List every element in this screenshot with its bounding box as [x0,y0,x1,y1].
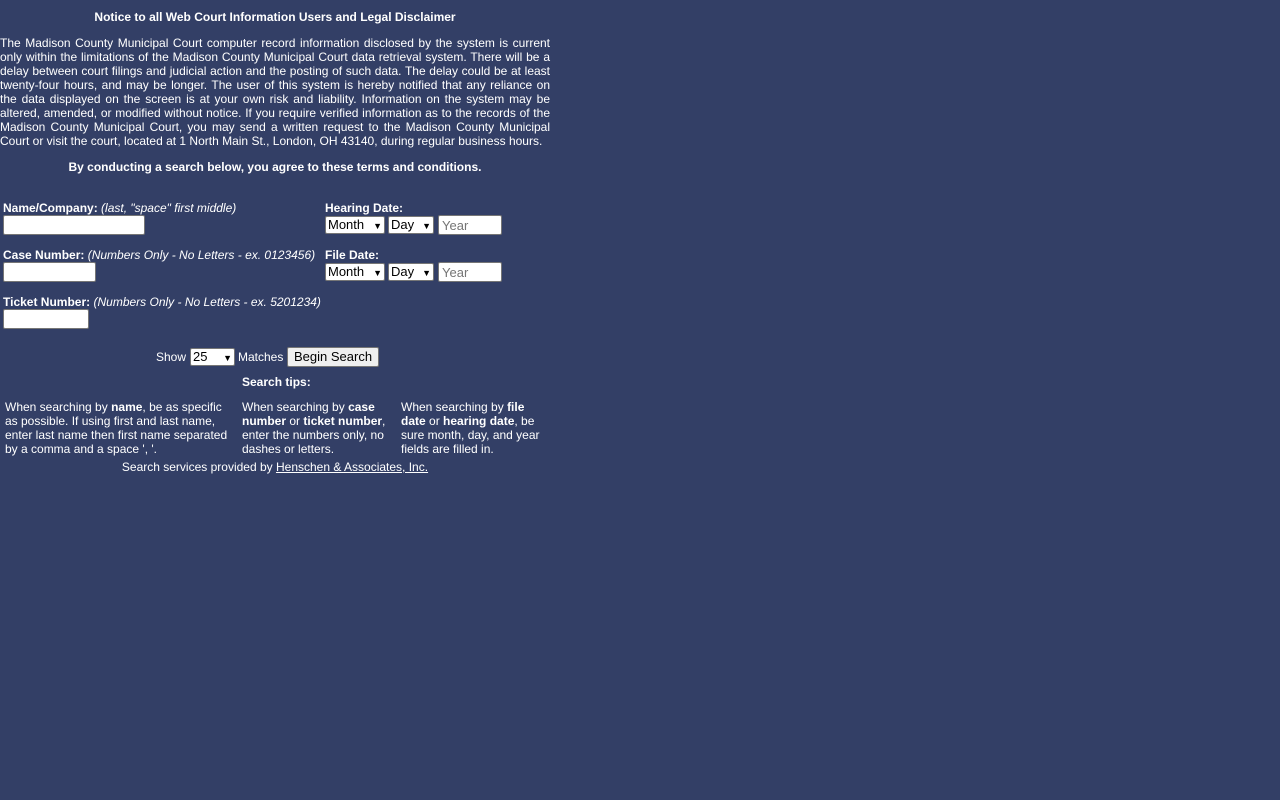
chevron-down-icon: ▼ [373,268,382,278]
begin-search-button[interactable]: Begin Search [287,347,380,367]
ticket-label-row: Ticket Number: (Numbers Only - No Letter… [3,295,321,309]
file-month-select[interactable]: Month ▼ [325,263,385,281]
name-label: Name/Company: [3,201,98,215]
footer-text: Search services provided by [121,460,276,474]
footer: Search services provided by Henschen & A… [0,460,550,474]
hearing-month-value: Month [328,217,365,232]
file-day-select[interactable]: Day ▼ [388,263,434,281]
tip-number-bold-2: ticket number [303,414,383,428]
case-number-input[interactable] [3,262,96,282]
name-label-row: Name/Company: (last, "space" first middl… [3,201,236,215]
file-date-label: File Date: [325,248,380,262]
hearing-day-select[interactable]: Day ▼ [388,216,434,234]
chevron-down-icon: ▼ [422,268,431,278]
hearing-year-input[interactable] [438,215,502,235]
matches-value: 25 [193,349,208,364]
file-month-value: Month [328,264,365,279]
hearing-date-label: Hearing Date: [325,201,404,215]
chevron-down-icon: ▼ [422,221,431,231]
disclaimer-text: The Madison County Municipal Court compu… [0,36,550,148]
tip-number: When searching by case number or ticket … [242,400,392,456]
henschen-link[interactable]: Henschen & Associates, Inc. [276,460,428,474]
tip-number-mid: or [286,414,304,428]
name-input[interactable] [3,215,145,235]
hearing-date-label-row: Hearing Date: [325,201,403,215]
file-day-value: Day [391,264,415,279]
ticket-number-label: Ticket Number: [3,295,91,309]
show-label: Show [156,350,187,364]
file-date-label-row: File Date: [325,248,379,262]
ticket-number-hint: (Numbers Only - No Letters - ex. 5201234… [93,295,321,309]
tip-date-mid: or [425,414,444,428]
ticket-number-input[interactable] [3,309,89,329]
tip-date-pre: When searching by [401,400,508,414]
tip-name-bold: name [111,400,143,414]
search-tips-heading: Search tips: [242,375,311,389]
matches-select[interactable]: 25 ▼ [190,348,235,366]
tip-number-pre: When searching by [242,400,349,414]
hearing-month-select[interactable]: Month ▼ [325,216,385,234]
notice-title: Notice to all Web Court Information User… [94,10,456,24]
case-label-row: Case Number: (Numbers Only - No Letters … [3,248,315,262]
chevron-down-icon: ▼ [373,221,382,231]
hearing-day-value: Day [391,217,415,232]
case-number-label: Case Number: [3,248,85,262]
chevron-down-icon: ▼ [223,353,232,363]
case-number-hint: (Numbers Only - No Letters - ex. 0123456… [87,248,316,262]
tip-date-bold-2: hearing date [443,414,515,428]
agree-terms-text: By conducting a search below, you agree … [68,160,482,174]
tip-name-pre: When searching by [5,400,112,414]
tip-date: When searching by file date or hearing d… [401,400,548,456]
tip-name: When searching by name, be as specific a… [5,400,233,456]
matches-label: Matches [238,350,284,364]
file-year-input[interactable] [438,262,502,282]
name-hint: (last, "space" first middle) [101,201,237,215]
